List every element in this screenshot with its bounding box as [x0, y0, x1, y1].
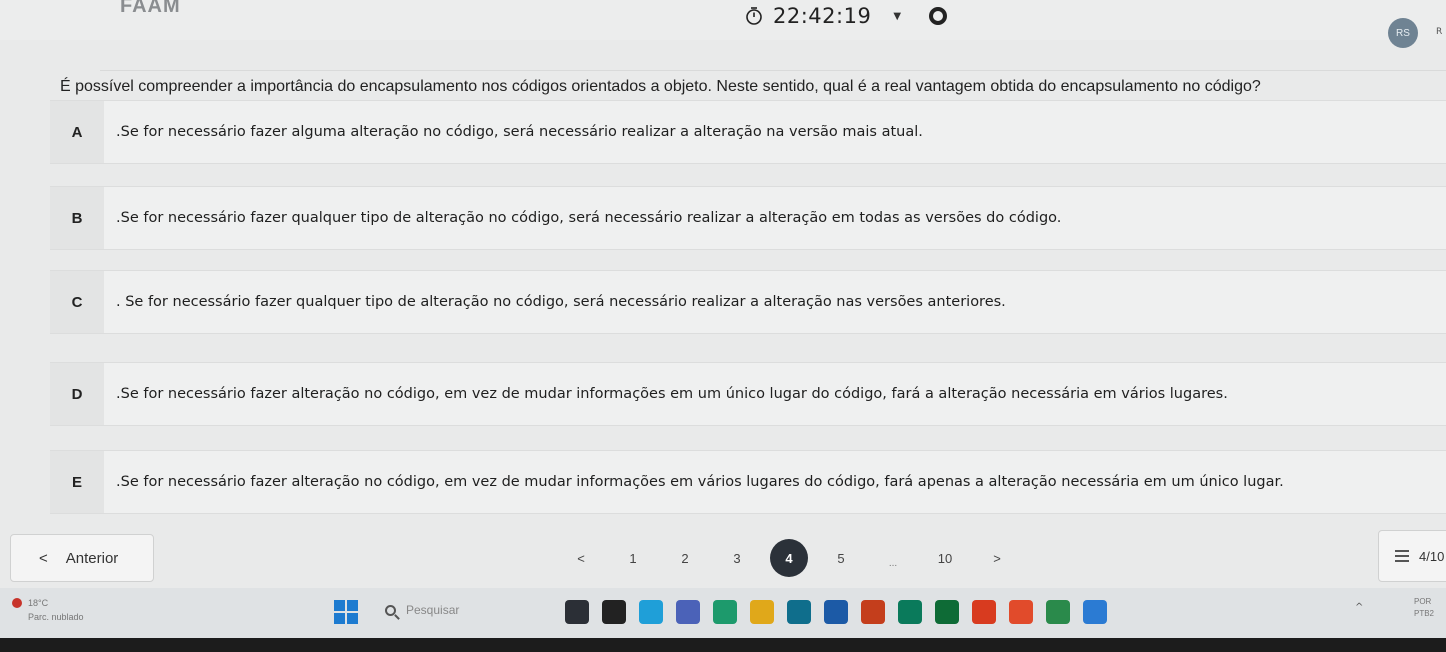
logo: FAAM: [120, 0, 181, 12]
language-code: POR: [1414, 597, 1432, 606]
question-list-button[interactable]: 4/10: [1378, 530, 1446, 582]
pagination-prev[interactable]: <: [555, 542, 607, 574]
option-text: .Se for necessário fazer alguma alteraçã…: [116, 124, 923, 140]
pagination-page[interactable]: 3: [711, 542, 763, 574]
keyboard-layout: PTB2: [1414, 609, 1435, 618]
timer-value: 22:42:19: [773, 4, 872, 28]
option-e[interactable]: E .Se for necessário fazer alteração no …: [50, 450, 1446, 514]
pagination-ellipsis: ...: [888, 557, 898, 569]
avatar[interactable]: RS: [1388, 18, 1418, 48]
taskbar-app-icon[interactable]: [935, 600, 959, 624]
taskbar-app-icon[interactable]: [972, 600, 996, 624]
taskbar-app-icon[interactable]: [639, 600, 663, 624]
pagination-page-current[interactable]: 4: [763, 539, 815, 577]
question-text: É possível compreender a importância do …: [60, 78, 1261, 95]
taskbar-app-icon[interactable]: [824, 600, 848, 624]
option-letter: D: [50, 363, 104, 425]
pagination: < 1 2 3 4 5 ... 10 >: [555, 539, 1023, 577]
previous-label: Anterior: [65, 549, 119, 567]
option-letter: E: [50, 451, 104, 513]
search-icon: [385, 604, 396, 616]
previous-button[interactable]: < Anterior: [10, 534, 154, 582]
stopwatch-icon: [746, 7, 762, 25]
current-page-number: 4: [770, 539, 808, 577]
pagination-next[interactable]: >: [971, 542, 1023, 574]
option-d[interactable]: D .Se for necessário fazer alteração no …: [50, 362, 1446, 426]
chevron-left-icon: <: [39, 549, 48, 567]
taskbar-app-icon[interactable]: [1046, 600, 1070, 624]
weather-icon: [12, 598, 22, 608]
option-letter: A: [50, 101, 104, 163]
screen-bezel: [0, 638, 1446, 652]
taskbar-apps: [565, 600, 1107, 624]
taskbar-app-icon[interactable]: [1009, 600, 1033, 624]
timer: 22:42:19 ▼: [745, 4, 948, 28]
weather-widget[interactable]: 18°C Parc. nublado: [12, 596, 84, 624]
option-b[interactable]: B .Se for necessário fazer qualquer tipo…: [50, 186, 1446, 250]
system-tray: ^: [1355, 602, 1363, 613]
taskbar-app-icon[interactable]: [676, 600, 700, 624]
chevron-down-icon[interactable]: ▼: [893, 11, 901, 22]
search-placeholder: Pesquisar: [406, 603, 460, 617]
taskbar-search[interactable]: Pesquisar: [385, 603, 459, 617]
pagination-page[interactable]: 2: [659, 542, 711, 574]
option-letter: B: [50, 187, 104, 249]
taskbar-app-icon[interactable]: [787, 600, 811, 624]
user-name-truncated: R: [1436, 27, 1443, 37]
language-indicator[interactable]: POR PTB2: [1414, 596, 1434, 620]
chevron-up-icon[interactable]: ^: [1355, 602, 1363, 613]
option-a[interactable]: A .Se for necessário fazer alguma altera…: [50, 100, 1446, 164]
taskbar: 18°C Parc. nublado Pesquisar ^ POR PTB2: [0, 588, 1446, 638]
windows-start-icon[interactable]: [334, 600, 358, 624]
taskbar-app-icon[interactable]: [565, 600, 589, 624]
weather-temp: 18°C: [28, 598, 49, 608]
divider: [100, 70, 1446, 71]
option-letter: C: [50, 271, 104, 333]
taskbar-app-icon[interactable]: [713, 600, 737, 624]
progress-counter: 4/10: [1419, 548, 1445, 564]
taskbar-app-icon[interactable]: [602, 600, 626, 624]
pagination-page[interactable]: 5: [815, 542, 867, 574]
record-icon[interactable]: [929, 7, 948, 25]
option-c[interactable]: C . Se for necessário fazer qualquer tip…: [50, 270, 1446, 334]
pagination-page[interactable]: 10: [919, 542, 971, 574]
list-icon: [1395, 550, 1409, 562]
taskbar-app-icon[interactable]: [1083, 600, 1107, 624]
option-text: .Se for necessário fazer qualquer tipo d…: [116, 210, 1062, 226]
option-text: .Se for necessário fazer alteração no có…: [116, 386, 1228, 402]
weather-desc: Parc. nublado: [28, 612, 84, 622]
top-bar: FAAM 22:42:19 ▼ RS R: [0, 0, 1446, 48]
option-text: .Se for necessário fazer alteração no có…: [116, 474, 1284, 490]
option-text: . Se for necessário fazer qualquer tipo …: [116, 294, 1006, 310]
taskbar-app-icon[interactable]: [898, 600, 922, 624]
taskbar-app-icon[interactable]: [861, 600, 885, 624]
taskbar-app-icon[interactable]: [750, 600, 774, 624]
pagination-page[interactable]: 1: [607, 542, 659, 574]
